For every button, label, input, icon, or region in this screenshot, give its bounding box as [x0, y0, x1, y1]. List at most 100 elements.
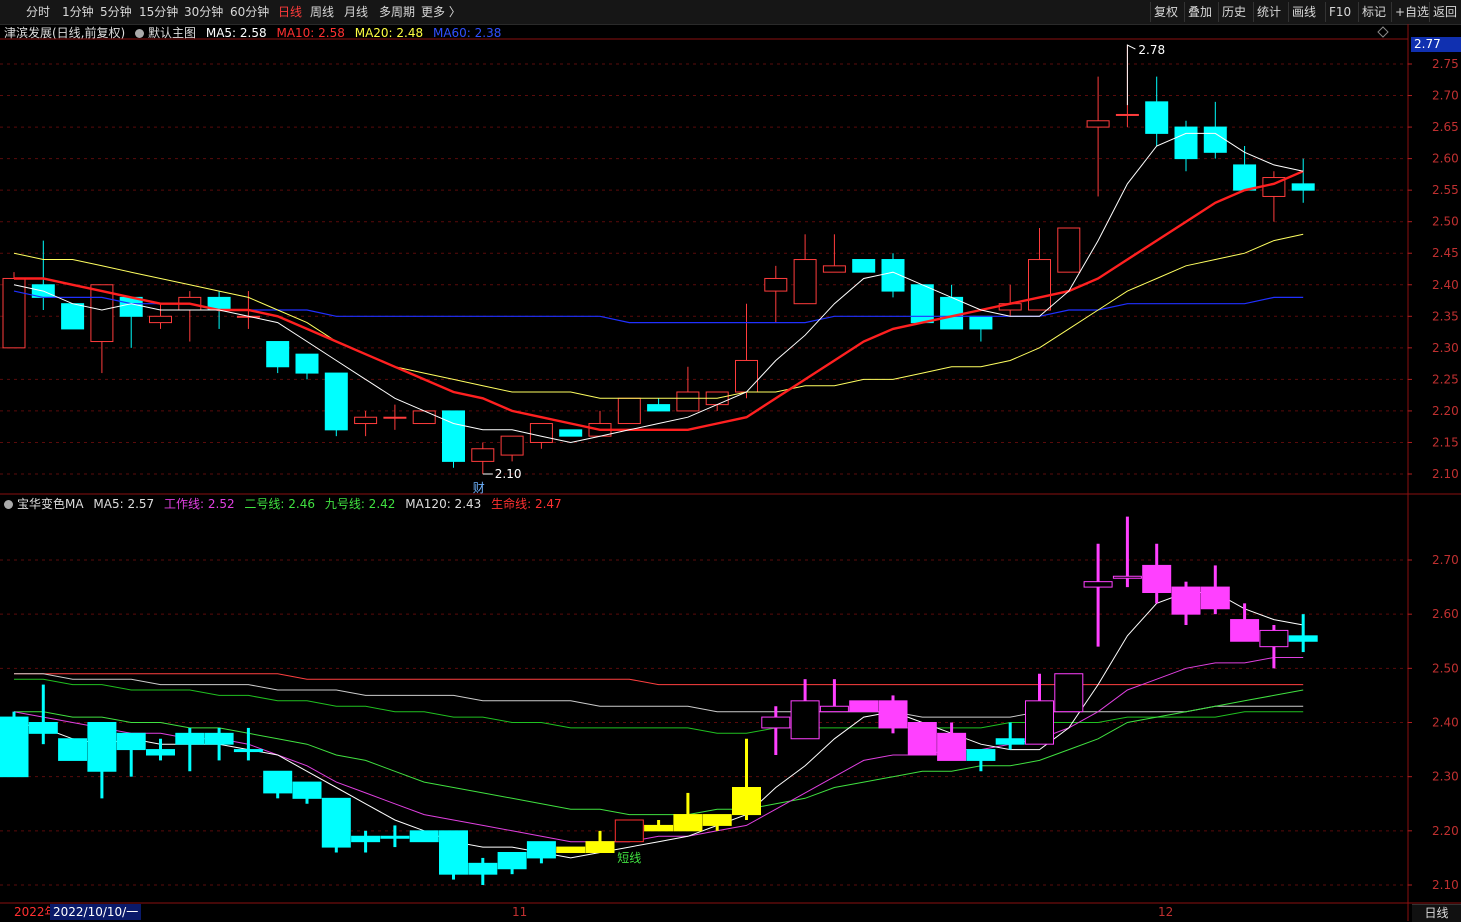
- sub-life-line: [14, 673, 1304, 686]
- main-tick-label-12: 2.15: [1432, 435, 1459, 449]
- sub-tick-label-6: 2.10: [1432, 878, 1459, 892]
- main-candle-body-41: [1203, 126, 1227, 153]
- sub-candle-body-25: [732, 787, 761, 816]
- stock-name: 津滨发展(日线,前复权): [4, 26, 126, 40]
- sub-candle-body-41: [1200, 586, 1230, 610]
- sub-candle-body-39: [1142, 564, 1172, 594]
- sub-candle-body-43: [1259, 629, 1289, 648]
- toolbar-button-6[interactable]: 标记: [1358, 2, 1389, 22]
- sub-candle-body-36: [1054, 673, 1084, 713]
- template-name[interactable]: 默认主图: [148, 26, 196, 40]
- sub-candle-body-14: [409, 830, 439, 843]
- sub-tick-label-2: 2.50: [1432, 661, 1459, 675]
- sub-candle-body-44: [1288, 635, 1318, 642]
- ma60-value: MA60: 2.38: [432, 26, 502, 40]
- line2-value: 二号线: 2.46: [244, 497, 315, 511]
- sub-candle-body-28: [819, 705, 849, 713]
- sub-line9-line: [14, 678, 1304, 734]
- main-candle-body-28: [822, 265, 846, 273]
- short-line-label: 短线: [617, 851, 641, 865]
- toolbar-button-1[interactable]: 叠加: [1184, 2, 1215, 22]
- sub-candle-body-5: [146, 749, 175, 756]
- ma10-line: [14, 170, 1304, 431]
- indicator-circle-icon[interactable]: [4, 500, 13, 509]
- sub-candle-body-4: [116, 732, 146, 751]
- main-tick-label-0: 2.75: [1432, 57, 1459, 71]
- main-candle-body-38: [1115, 113, 1139, 116]
- main-candle-body-9: [266, 341, 290, 368]
- sub-candle-body-31: [907, 722, 937, 756]
- period-tab-3[interactable]: 15分钟: [139, 3, 178, 21]
- toolbar-button-7[interactable]: +自选: [1391, 2, 1432, 22]
- toolbar-button-0[interactable]: 复权: [1150, 2, 1181, 22]
- ma120-value: MA120: 2.43: [405, 497, 482, 511]
- sub-candle-body-2: [58, 738, 88, 761]
- sub-candle-body-37: [1083, 581, 1113, 588]
- sub-legend: 宝华变色MA MA5: 2.57 工作线: 2.52 二号线: 2.46 九号线…: [4, 496, 568, 512]
- main-candle-body-3: [90, 284, 114, 343]
- template-circle-icon[interactable]: [135, 29, 145, 38]
- work-line-value: 工作线: 2.52: [164, 497, 235, 511]
- period-label[interactable]: 日线: [1412, 904, 1461, 922]
- main-candle-body-33: [969, 315, 993, 330]
- sub-candle-body-26: [761, 716, 791, 729]
- sub-candle-body-3: [87, 722, 117, 772]
- period-tab-10[interactable]: 更多 〉: [421, 3, 461, 21]
- main-candle-body-22: [647, 404, 671, 412]
- toolbar-button-5[interactable]: F10: [1325, 2, 1354, 22]
- main-candle-body-14: [412, 410, 436, 425]
- sub-candle-body-27: [790, 700, 820, 740]
- main-candle-body-2: [61, 303, 85, 330]
- low-marker-label: 2.10: [495, 467, 522, 481]
- sub-tick-label-5: 2.20: [1432, 824, 1459, 838]
- period-tab-5[interactable]: 60分钟: [230, 3, 269, 21]
- main-candle-body-17: [500, 435, 524, 456]
- sub-candle-body-7: [204, 732, 234, 745]
- main-candle-body-7: [207, 296, 231, 311]
- main-tick-label-5: 2.50: [1432, 215, 1459, 229]
- toolbar-button-4[interactable]: 画线: [1288, 2, 1319, 22]
- toolbar-button-8[interactable]: 返回: [1429, 2, 1460, 22]
- sub-candle-body-19: [556, 846, 586, 853]
- main-candle-body-29: [852, 259, 876, 273]
- sub-candle-body-40: [1171, 586, 1201, 615]
- main-tick-label-9: 2.30: [1432, 341, 1459, 355]
- main-candle-body-43: [1262, 177, 1286, 197]
- main-candle-body-39: [1145, 101, 1169, 134]
- period-tab-8[interactable]: 月线: [344, 3, 368, 21]
- sub-tick-label-1: 2.60: [1432, 607, 1459, 621]
- main-tick-label-6: 2.45: [1432, 246, 1459, 260]
- sub-candle-body-29: [849, 700, 879, 713]
- main-tick-label-1: 2.70: [1432, 89, 1459, 103]
- toolbar-button-2[interactable]: 历史: [1218, 2, 1249, 22]
- main-candle-body-26: [764, 277, 788, 292]
- period-tab-6[interactable]: 日线: [278, 3, 302, 21]
- kline-chart[interactable]: 2.75 2.70 2.65 2.60 2.55 2.50 2.45 2.40 2.35 2.30…: [0, 0, 1461, 921]
- period-tab-1[interactable]: 1分钟: [62, 3, 94, 21]
- period-tab-2[interactable]: 5分钟: [100, 3, 132, 21]
- ma5-value: MA5: 2.58: [205, 26, 267, 40]
- main-candle-body-36: [1057, 227, 1081, 273]
- sub-candle-body-30: [878, 700, 908, 729]
- sub-tick-label-4: 2.30: [1432, 770, 1459, 784]
- month-tick-dec: 12: [1158, 905, 1174, 919]
- month-tick-nov: 11: [512, 905, 528, 919]
- period-tab-7[interactable]: 周线: [310, 3, 334, 21]
- period-tab-0[interactable]: 分时: [26, 3, 50, 21]
- ma5-line: [13, 132, 1304, 444]
- main-candle-body-37: [1086, 120, 1110, 128]
- main-candle-body-10: [295, 353, 319, 374]
- sub-candle-body-10: [292, 781, 322, 799]
- line9-value: 九号线: 2.42: [324, 497, 396, 511]
- main-candle-body-34: [998, 303, 1022, 311]
- toolbar-button-3[interactable]: 统计: [1253, 2, 1284, 22]
- indicator-name[interactable]: 宝华变色MA: [17, 497, 84, 511]
- period-tab-4[interactable]: 30分钟: [184, 3, 223, 21]
- current-price-box: 2.77: [1411, 37, 1461, 52]
- sub-candle-body-12: [351, 835, 381, 843]
- sub-candle-body-0: [0, 716, 29, 778]
- high-marker-arrow: [1126, 44, 1136, 106]
- period-tab-9[interactable]: 多周期: [379, 3, 415, 21]
- ma10-value: MA10: 2.58: [276, 26, 345, 40]
- sub-candle-body-22: [644, 824, 674, 832]
